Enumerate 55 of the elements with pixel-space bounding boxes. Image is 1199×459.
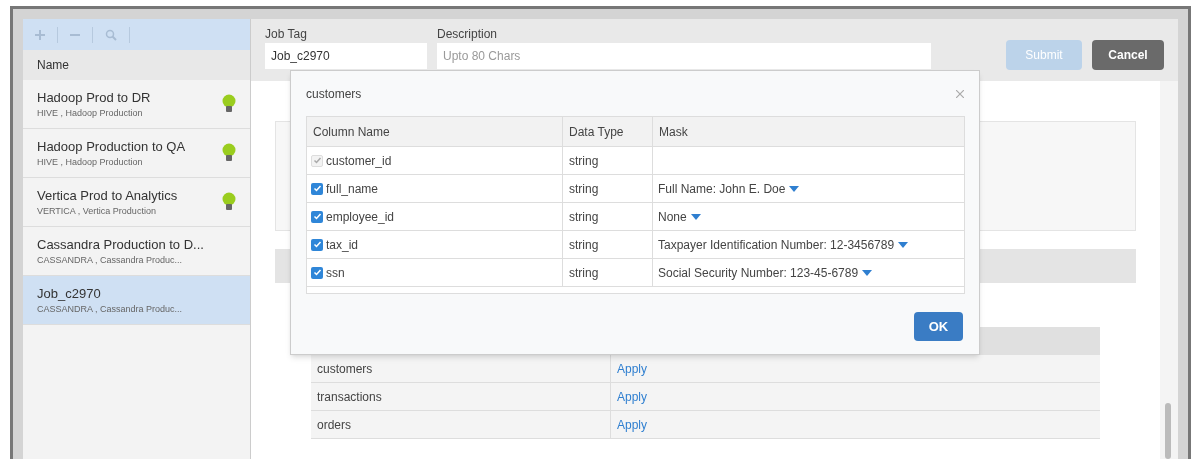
- field-label: Job Tag: [265, 26, 308, 43]
- column-header: Column Name: [307, 117, 563, 146]
- scrollbar-thumb[interactable]: [1165, 403, 1171, 459]
- data-type: string: [563, 259, 653, 286]
- dialog-title: customers: [306, 85, 362, 103]
- mask-dropdown[interactable]: Social Security Number: 123-45-6789: [658, 263, 873, 282]
- table-cell: transactions: [311, 383, 611, 410]
- job-title: Job_c2970: [37, 284, 102, 303]
- apply-link[interactable]: Apply: [613, 387, 652, 406]
- checkbox[interactable]: [311, 210, 323, 223]
- description-input[interactable]: Upto 80 Chars: [437, 43, 931, 69]
- job-subtitle: HIVE , Hadoop Production: [37, 107, 144, 120]
- lightbulb-icon: [222, 94, 236, 114]
- column-header: Mask: [658, 123, 689, 141]
- column-name: employee_id: [326, 208, 395, 226]
- apply-link[interactable]: Apply: [613, 359, 652, 378]
- data-type: string: [563, 203, 653, 230]
- data-type: string: [563, 175, 653, 202]
- caret-icon: [690, 213, 701, 220]
- column-header: Name: [23, 50, 250, 80]
- caret-icon: [789, 185, 800, 192]
- job-list-item[interactable]: Job_c2970 CASSANDRA , Cassandra Produc...: [23, 276, 250, 325]
- job-subtitle: CASSANDRA , Cassandra Produc...: [37, 303, 184, 316]
- checkbox[interactable]: [311, 182, 323, 195]
- column-header: Data Type: [563, 117, 653, 146]
- job-subtitle: VERTICA , Vertica Production: [37, 205, 157, 218]
- ok-button[interactable]: OK: [914, 312, 963, 341]
- column-name: tax_id: [326, 236, 359, 254]
- table-cell: orders: [311, 411, 611, 438]
- job-title: Hadoop Prod to DR: [37, 88, 152, 107]
- column-name: customer_id: [326, 152, 392, 170]
- cancel-button[interactable]: Cancel: [1092, 40, 1164, 70]
- job-title: Hadoop Production to QA: [37, 137, 187, 156]
- job-title: Vertica Prod to Analytics: [37, 186, 179, 205]
- add-icon[interactable]: [35, 29, 45, 40]
- job-subtitle: HIVE , Hadoop Production: [37, 156, 144, 169]
- job-tag-input[interactable]: Job_c2970: [265, 43, 427, 69]
- lightbulb-icon: [222, 192, 236, 212]
- mask-dropdown[interactable]: Full Name: John E. Doe: [658, 179, 800, 198]
- data-type: string: [563, 147, 653, 174]
- data-type: string: [563, 231, 653, 258]
- close-icon[interactable]: [956, 89, 964, 98]
- search-icon[interactable]: [105, 28, 117, 41]
- job-subtitle: CASSANDRA , Cassandra Produc...: [37, 254, 184, 267]
- mask-dropdown[interactable]: None: [658, 207, 701, 226]
- lightbulb-icon: [222, 143, 236, 163]
- apply-link[interactable]: Apply: [613, 415, 652, 434]
- checkbox[interactable]: [311, 238, 323, 251]
- field-label: Description: [437, 26, 499, 43]
- column-name: ssn: [326, 264, 345, 282]
- column-name: full_name: [326, 180, 379, 198]
- job-title: Cassandra Production to D...: [37, 235, 205, 254]
- mask-dropdown[interactable]: Taxpayer Identification Number: 12-3456789: [658, 235, 909, 254]
- checkbox[interactable]: [311, 266, 323, 279]
- caret-icon: [862, 269, 873, 276]
